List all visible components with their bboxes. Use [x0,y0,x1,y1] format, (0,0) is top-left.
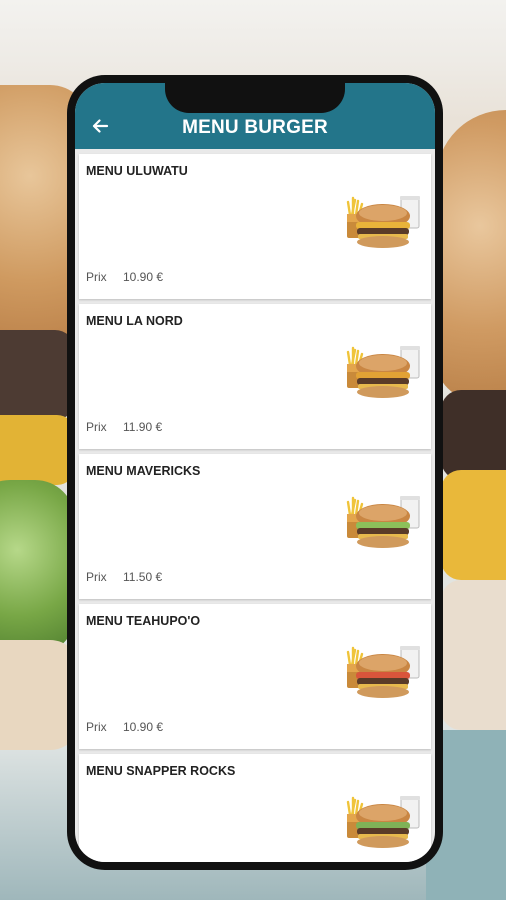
price-label: Prix [86,720,107,734]
menu-item-card[interactable]: MENU TEAHUPO'O Prix 10.90 € [79,604,431,749]
menu-item-title: MENU ULUWATU [86,164,188,178]
menu-item-title: MENU LA NORD [86,314,183,328]
burger-base-right [441,580,506,730]
burger-cheese-left [0,415,75,485]
menu-item-title: MENU MAVERICKS [86,464,201,478]
price-value: 10.90 € [123,720,164,734]
price-value: 11.90 € [123,420,163,434]
burger-bun-right [436,110,506,400]
burger-menu-image [343,494,423,552]
menu-item-card[interactable]: MENU SNAPPER ROCKS [79,754,431,862]
phone-screen: MENU BURGER MENU ULUWATU Prix 10.90 € MENU… [75,83,435,862]
menu-list: MENU ULUWATU Prix 10.90 € MENU LA NORD P… [79,154,431,862]
menu-item-card[interactable]: MENU ULUWATU Prix 10.90 € [79,154,431,299]
price-label: Prix [86,270,107,284]
burger-patty-left [0,330,75,420]
menu-item-card[interactable]: MENU MAVERICKS Prix 11.50 € [79,454,431,599]
menu-item-card[interactable]: MENU LA NORD Prix 11.90 € [79,304,431,449]
price-label: Prix [86,570,107,584]
burger-patty-right [441,390,506,480]
burger-cheese-right [441,470,506,580]
menu-item-title: MENU SNAPPER ROCKS [86,764,236,778]
price-row: Prix 10.90 € [86,720,163,734]
page-title: MENU BURGER [182,117,328,138]
menu-item-title: MENU TEAHUPO'O [86,614,201,628]
price-value: 11.50 € [123,570,163,584]
price-value: 10.90 € [123,270,164,284]
burger-menu-image [343,344,423,402]
phone-frame: MENU BURGER MENU ULUWATU Prix 10.90 € MENU… [67,75,443,870]
price-row: Prix 11.90 € [86,420,162,434]
burger-menu-image [343,794,423,852]
price-label: Prix [86,420,107,434]
burger-menu-image [343,644,423,702]
price-row: Prix 10.90 € [86,270,163,284]
phone-notch [165,83,345,113]
burger-lettuce-left [0,480,75,655]
price-row: Prix 11.50 € [86,570,162,584]
burger-menu-image [343,194,423,252]
